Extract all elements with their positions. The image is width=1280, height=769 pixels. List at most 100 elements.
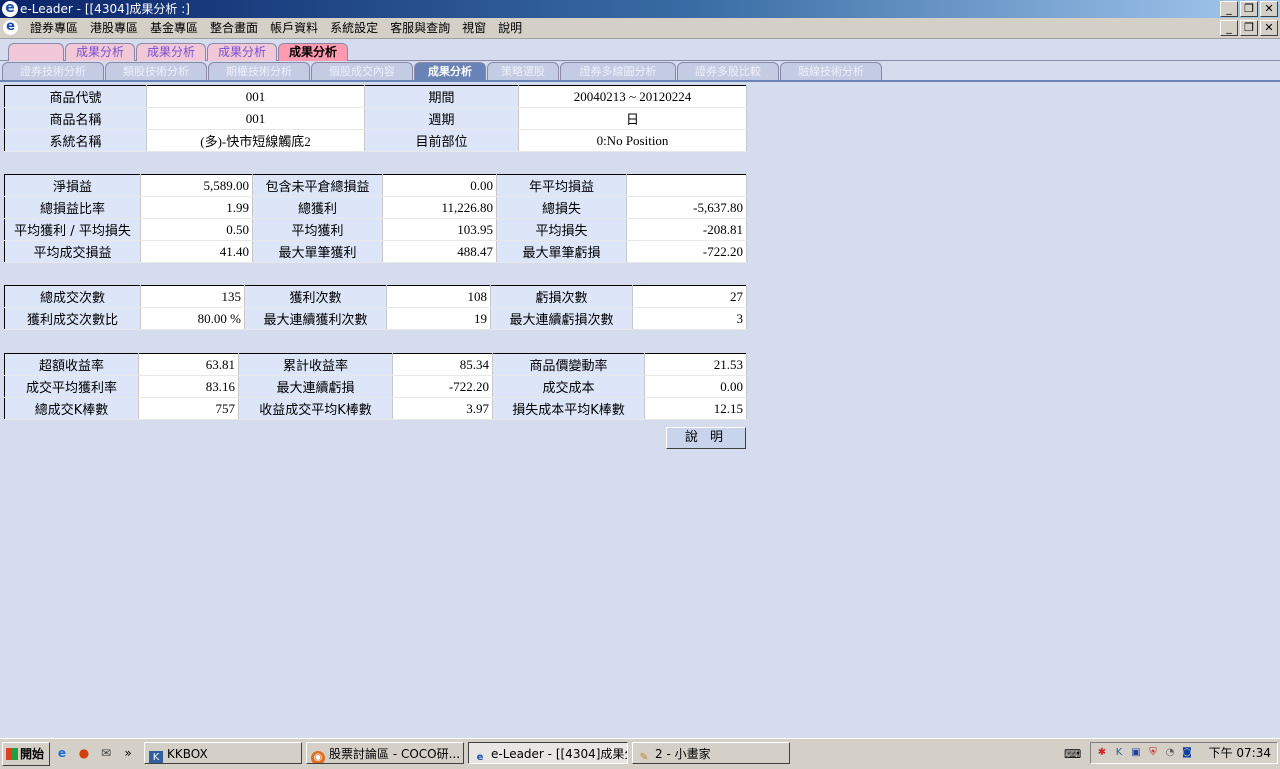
info-value: 20040213 ~ 20120224: [518, 85, 747, 108]
metric-label: 商品價變動率: [492, 353, 645, 376]
metric-label: 最大單筆獲利: [252, 240, 383, 263]
info-value: 001: [146, 107, 365, 130]
start-label: 開始: [20, 747, 45, 761]
tab-sector-tech[interactable]: 類股技術分析: [105, 62, 207, 80]
tray-kkbox-icon[interactable]: K: [1112, 746, 1126, 760]
document-icon[interactable]: e: [3, 20, 18, 35]
tab-multi-line-chart[interactable]: 證券多線圖分析: [560, 62, 676, 80]
menu-window[interactable]: 視窗: [456, 18, 492, 38]
keyboard-icon[interactable]: ⌨: [1064, 747, 1081, 761]
metric-label: 總獲利: [252, 196, 383, 219]
menu-hk-stocks[interactable]: 港股專區: [84, 18, 144, 38]
menu-account[interactable]: 帳戶資料: [264, 18, 324, 38]
tab-multi-stock-compare[interactable]: 證券多股比較: [677, 62, 779, 80]
metric-label: 最大單筆虧損: [496, 240, 627, 263]
tray-app-icon[interactable]: ◙: [1180, 746, 1194, 760]
menu-settings[interactable]: 系統設定: [324, 18, 384, 38]
trades-table: 總成交次數 135 獲利次數 108 虧損次數 27 獲利成交次數比 80.00…: [4, 285, 747, 330]
metric-label: 收益成交平均K棒數: [238, 397, 393, 420]
tab-securities-tech[interactable]: 證券技術分析: [2, 62, 104, 80]
metric-label: 損失成本平均K棒數: [492, 397, 645, 420]
metric-value: [626, 174, 747, 197]
metric-label: 虧損次數: [490, 285, 633, 308]
table-row: 平均成交損益 41.40 最大單筆獲利 488.47 最大單筆虧損 -722.2…: [4, 240, 747, 263]
task-eleader[interactable]: e e-Leader - [[4304]成果分...: [468, 742, 628, 764]
info-label: 商品代號: [4, 85, 147, 108]
menu-help[interactable]: 說明: [492, 18, 528, 38]
close-button[interactable]: ✕: [1260, 1, 1278, 17]
tab-row-2-divider: [0, 80, 1280, 82]
metric-label: 淨損益: [4, 174, 141, 197]
tray-clock-icon[interactable]: ◔: [1163, 746, 1177, 760]
paint-icon: ✎: [639, 752, 649, 763]
tray-antivirus-icon[interactable]: ✱: [1095, 746, 1109, 760]
clock: 下午 07:34: [1208, 746, 1271, 760]
metric-label: 總損益比率: [4, 196, 141, 219]
chevron-more-icon[interactable]: »: [120, 745, 136, 761]
restore-button[interactable]: ❐: [1240, 1, 1258, 17]
task-label: 2 - 小畫家: [655, 747, 711, 761]
metric-label: 包含未平倉總損益: [252, 174, 383, 197]
pnl-table: 淨損益 5,589.00 包含未平倉總損益 0.00 年平均損益 總損益比率 1…: [4, 174, 747, 263]
app-icon[interactable]: e: [2, 1, 18, 17]
metric-label: 成交平均獲利率: [4, 375, 139, 398]
table-row: 淨損益 5,589.00 包含未平倉總損益 0.00 年平均損益: [4, 174, 747, 197]
tab-analysis-2[interactable]: 成果分析: [136, 43, 207, 61]
table-row: 成交平均獲利率 83.16 最大連續虧損 -722.20 成交成本 0.00: [4, 375, 747, 398]
metric-value: 3.97: [392, 397, 493, 420]
tab-analysis-active[interactable]: 成果分析: [278, 43, 349, 61]
menu-integrated-view[interactable]: 整合畫面: [204, 18, 264, 38]
menu-securities[interactable]: 證券專區: [24, 18, 84, 38]
table-row: 總成交K棒數 757 收益成交平均K棒數 3.97 損失成本平均K棒數 12.1…: [4, 397, 747, 420]
tab-line-tech[interactable]: 融線技術分析: [780, 62, 882, 80]
task-paint[interactable]: ✎ 2 - 小畫家: [632, 742, 790, 764]
table-row: 總損益比率 1.99 總獲利 11,226.80 總損失 -5,637.80: [4, 196, 747, 219]
table-row: 系統名稱 (多)-快市短線觸底2 目前部位 0:No Position: [4, 129, 747, 152]
tray-monitor-icon[interactable]: ▣: [1129, 746, 1143, 760]
info-value: 0:No Position: [518, 129, 747, 152]
task-kkbox[interactable]: K KKBOX: [144, 742, 302, 764]
info-label: 期間: [364, 85, 519, 108]
doc-minimize-button[interactable]: _: [1220, 20, 1238, 36]
minimize-button[interactable]: _: [1220, 1, 1238, 17]
table-row: 商品名稱 001 週期 日: [4, 107, 747, 130]
network-icon[interactable]: ✉: [98, 745, 114, 761]
menu-bar: e 證券專區 港股專區 基金專區 整合畫面 帳戶資料 系統設定 客服與查詢 視窗…: [0, 18, 1280, 39]
info-value: 001: [146, 85, 365, 108]
metric-label: 最大連續虧損: [238, 375, 393, 398]
tab-row-2: 證券技術分析 類股技術分析 期權技術分析 個股成交內容 成果分析 策略選股 證券…: [2, 62, 883, 80]
media-player-icon[interactable]: ●: [76, 745, 92, 761]
table-row: 平均獲利 / 平均損失 0.50 平均獲利 103.95 平均損失 -208.8…: [4, 218, 747, 241]
metric-label: 平均獲利 / 平均損失: [4, 218, 141, 241]
tab-analysis-1[interactable]: 成果分析: [65, 43, 136, 61]
tab-strategy-picker[interactable]: 策略選股: [487, 62, 559, 80]
metric-label: 總成交次數: [4, 285, 141, 308]
metric-value: -5,637.80: [626, 196, 747, 219]
tray-shield-icon[interactable]: ⛨: [1146, 746, 1160, 760]
metric-value: 11,226.80: [382, 196, 497, 219]
menu-support[interactable]: 客服與查詢: [384, 18, 456, 38]
doc-restore-button[interactable]: ❐: [1240, 20, 1258, 36]
kkbox-icon: K: [149, 751, 163, 763]
tab-trade-detail[interactable]: 個股成交內容: [311, 62, 413, 80]
help-button[interactable]: 說 明: [666, 427, 746, 449]
system-tray: ✱ K ▣ ⛨ ◔ ◙ 下午 07:34: [1090, 742, 1278, 764]
metric-label: 成交成本: [492, 375, 645, 398]
metric-label: 最大連續虧損次數: [490, 307, 633, 330]
start-button[interactable]: 開始: [2, 742, 50, 766]
tab-options-tech[interactable]: 期權技術分析: [208, 62, 310, 80]
task-label: 股票討論區 - COCO研...: [329, 747, 461, 761]
info-value: 日: [518, 107, 747, 130]
metric-value: 41.40: [140, 240, 253, 263]
tab-analysis-3[interactable]: 成果分析: [207, 43, 278, 61]
table-row: 獲利成交次數比 80.00 % 最大連續獲利次數 19 最大連續虧損次數 3: [4, 307, 747, 330]
metric-value: 757: [138, 397, 239, 420]
menu-funds[interactable]: 基金專區: [144, 18, 204, 38]
metric-value: 1.99: [140, 196, 253, 219]
tab-performance[interactable]: 成果分析: [414, 62, 486, 80]
metric-label: 平均成交損益: [4, 240, 141, 263]
doc-close-button[interactable]: ✕: [1260, 20, 1278, 36]
task-browser[interactable]: ◉ 股票討論區 - COCO研...: [306, 742, 464, 764]
ie-icon[interactable]: e: [54, 745, 70, 761]
tab-blank[interactable]: [8, 43, 64, 61]
